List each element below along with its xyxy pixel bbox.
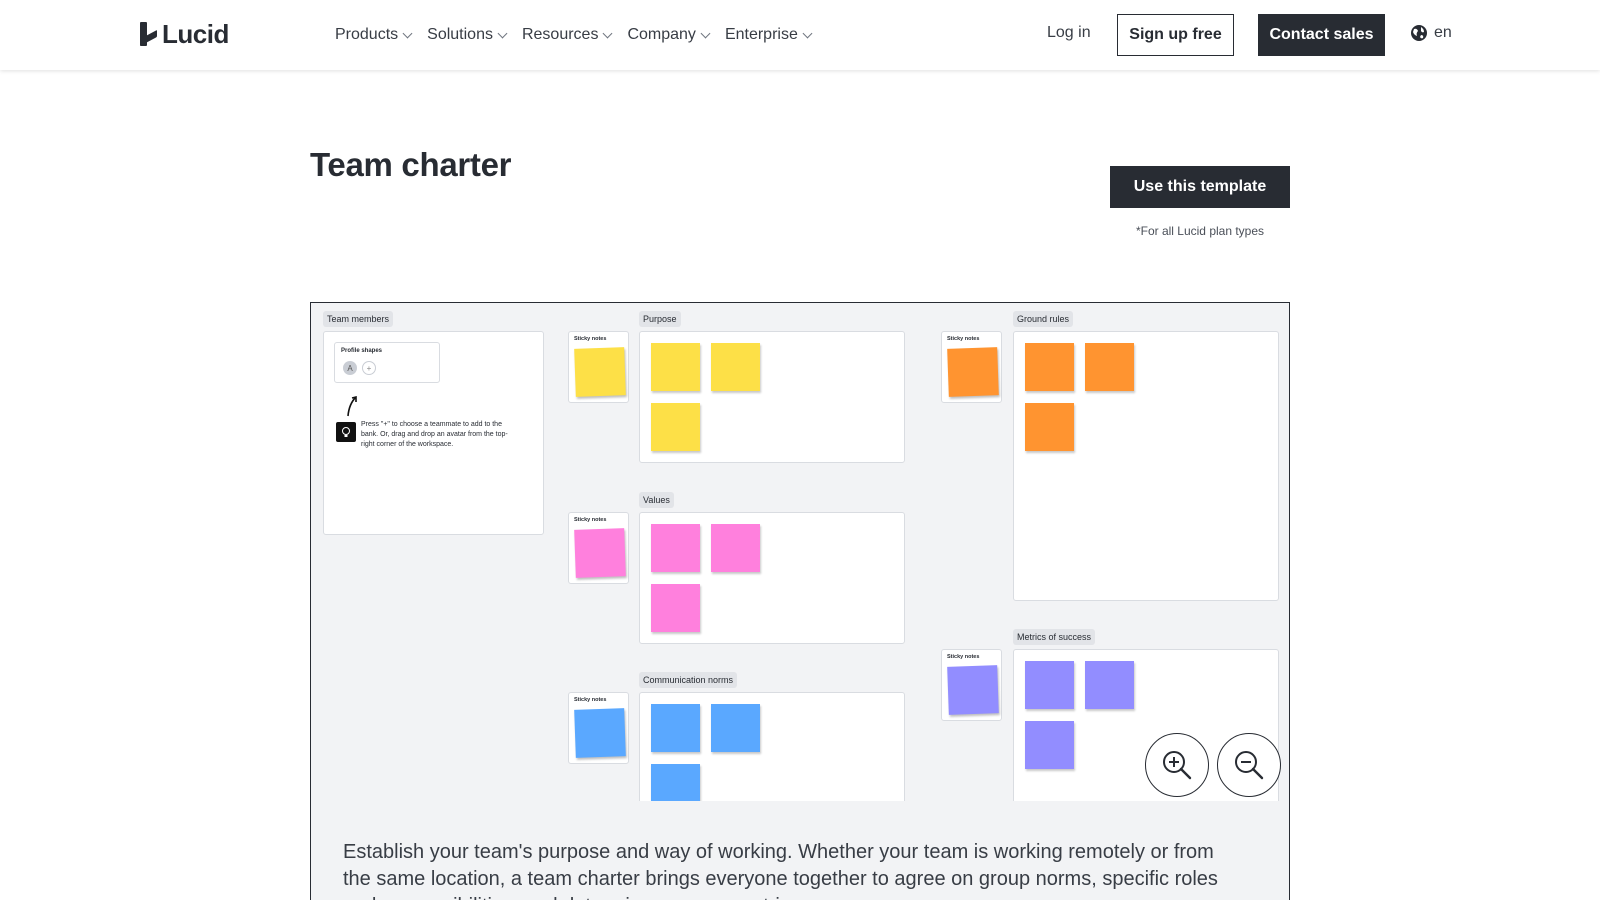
- frame-label-values: Values: [639, 492, 674, 508]
- sticky-notes-label: Sticky notes: [574, 336, 607, 342]
- chevron-down-icon: [497, 28, 508, 39]
- sticky-note-orange[interactable]: [947, 347, 999, 397]
- sticky-notes-card-ground-rules[interactable]: Sticky notes: [941, 331, 1002, 403]
- frame-label-metrics-of-success: Metrics of success: [1013, 629, 1096, 645]
- lucid-logo[interactable]: Lucid: [140, 18, 229, 49]
- team-members-frame[interactable]: Profile shapes A + Press "+" to choose a…: [323, 331, 544, 535]
- profile-shapes-box[interactable]: Profile shapes A +: [334, 342, 440, 383]
- nav-solutions[interactable]: Solutions: [427, 26, 508, 44]
- sticky-note-yellow[interactable]: [651, 403, 700, 451]
- nav-enterprise[interactable]: Enterprise: [724, 26, 813, 44]
- template-preview-canvas[interactable]: Team members Profile shapes A + Press "+…: [310, 302, 1290, 802]
- communication-norms-frame[interactable]: [639, 692, 905, 801]
- frame-label-purpose: Purpose: [639, 311, 681, 327]
- sticky-note-orange[interactable]: [1085, 343, 1134, 391]
- frame-label-communication-norms: Communication norms: [639, 672, 738, 688]
- sticky-note-blue[interactable]: [574, 708, 626, 758]
- sticky-notes-card-communication[interactable]: Sticky notes: [568, 692, 629, 764]
- logo-text: Lucid: [162, 18, 229, 49]
- sticky-note-purple[interactable]: [1025, 721, 1074, 769]
- chevron-down-icon: [802, 28, 813, 39]
- nav-label: Company: [627, 26, 696, 43]
- nav-label: Enterprise: [724, 26, 798, 43]
- template-description-box: Establish your team's purpose and way of…: [310, 801, 1290, 900]
- nav-resources[interactable]: Resources: [521, 26, 613, 44]
- sticky-note-purple[interactable]: [1085, 661, 1134, 709]
- sticky-notes-card-purpose[interactable]: Sticky notes: [568, 331, 629, 403]
- zoom-out-icon: [1235, 751, 1264, 780]
- sticky-note-yellow[interactable]: [574, 347, 626, 397]
- arrow-icon: [347, 395, 357, 417]
- chevron-down-icon: [700, 28, 711, 39]
- contact-sales-button[interactable]: Contact sales: [1258, 14, 1385, 56]
- sticky-note-orange[interactable]: [1025, 403, 1074, 451]
- page-title: Team charter: [310, 146, 512, 183]
- sticky-note-purple[interactable]: [947, 665, 999, 715]
- chevron-down-icon: [603, 28, 613, 39]
- sticky-note-blue[interactable]: [651, 704, 700, 752]
- avatar[interactable]: A: [343, 361, 357, 375]
- use-template-button[interactable]: Use this template: [1110, 166, 1290, 208]
- zoom-in-button[interactable]: [1145, 733, 1209, 797]
- sticky-notes-card-metrics[interactable]: Sticky notes: [941, 649, 1002, 721]
- values-frame[interactable]: [639, 512, 905, 644]
- nav-label: Products: [335, 26, 399, 43]
- sticky-note-orange[interactable]: [1025, 343, 1074, 391]
- frame-label-team-members: Team members: [323, 311, 394, 327]
- add-avatar-button[interactable]: +: [362, 361, 376, 375]
- main-nav: Products Solutions Resources Company Ent…: [335, 0, 827, 70]
- plan-note: *For all Lucid plan types: [1135, 224, 1265, 238]
- language-code: en: [1434, 24, 1452, 41]
- sticky-note-blue[interactable]: [711, 704, 760, 752]
- ground-rules-frame[interactable]: [1013, 331, 1279, 601]
- sticky-note-pink[interactable]: [651, 584, 700, 632]
- sticky-note-pink[interactable]: [711, 524, 760, 572]
- sticky-note-purple[interactable]: [1025, 661, 1074, 709]
- lightbulb-icon: [336, 422, 356, 442]
- lucid-logo-mark-icon: [140, 22, 158, 46]
- sticky-notes-card-values[interactable]: Sticky notes: [568, 512, 629, 584]
- zoom-in-icon: [1163, 751, 1192, 780]
- language-selector[interactable]: en: [1410, 24, 1452, 42]
- sticky-note-yellow[interactable]: [651, 343, 700, 391]
- frame-label-ground-rules: Ground rules: [1013, 311, 1074, 327]
- nav-products[interactable]: Products: [335, 26, 413, 44]
- sticky-note-yellow[interactable]: [711, 343, 760, 391]
- nav-label: Solutions: [427, 26, 493, 43]
- profile-shapes-title: Profile shapes: [341, 348, 383, 354]
- zoom-out-button[interactable]: [1217, 733, 1281, 797]
- login-link[interactable]: Log in: [1047, 24, 1091, 42]
- sticky-notes-label: Sticky notes: [947, 336, 980, 342]
- nav-company[interactable]: Company: [627, 26, 711, 44]
- sticky-note-blue[interactable]: [651, 764, 700, 801]
- sticky-notes-label: Sticky notes: [947, 654, 980, 660]
- purpose-frame[interactable]: [639, 331, 905, 463]
- globe-icon: [1411, 25, 1427, 41]
- sign-up-button[interactable]: Sign up free: [1117, 14, 1234, 56]
- profile-hint-text: Press "+" to choose a teammate to add to…: [361, 421, 508, 448]
- sticky-note-pink[interactable]: [574, 528, 626, 578]
- top-navigation-bar: Lucid Products Solutions Resources Compa…: [0, 0, 1600, 70]
- chevron-down-icon: [402, 28, 413, 39]
- sticky-note-pink[interactable]: [651, 524, 700, 572]
- template-description: Establish your team's purpose and way of…: [343, 841, 1218, 900]
- sticky-notes-label: Sticky notes: [574, 517, 607, 523]
- sticky-notes-label: Sticky notes: [574, 697, 607, 703]
- nav-label: Resources: [521, 26, 599, 43]
